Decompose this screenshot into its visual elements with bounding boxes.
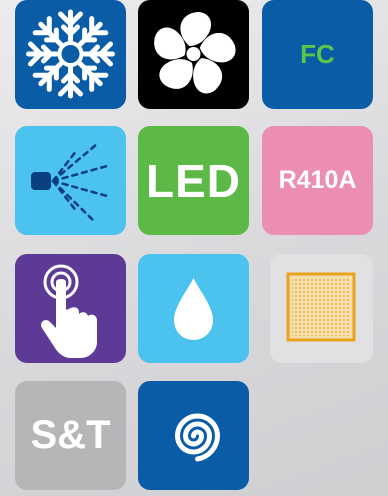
fc-label: FC: [300, 39, 335, 69]
filter-tile: [270, 254, 373, 363]
swirl-tile: [138, 381, 249, 490]
sleep-timer-tile: S&T: [15, 381, 126, 490]
led-tile: LED: [138, 126, 249, 235]
water-drop-icon: [174, 278, 213, 340]
swirl-icon: [174, 413, 221, 462]
spray-icon: [31, 142, 109, 224]
fan-tile: [138, 0, 249, 109]
fc-tile: FC: [262, 0, 373, 109]
filter-icon: [286, 272, 356, 342]
refrigerant-tile: R410A: [262, 126, 373, 235]
touch-tile: [15, 254, 126, 363]
fan-icon: [149, 12, 239, 99]
sleep-timer-label: S&T: [30, 413, 111, 457]
spray-tile: [15, 126, 126, 235]
touch-icon: [41, 264, 97, 358]
snowflake-tile: [15, 0, 126, 109]
refrigerant-label: R410A: [278, 166, 357, 194]
led-label: LED: [146, 154, 241, 207]
water-drop-tile: [138, 254, 249, 363]
snowflake-icon: [15, 9, 126, 109]
